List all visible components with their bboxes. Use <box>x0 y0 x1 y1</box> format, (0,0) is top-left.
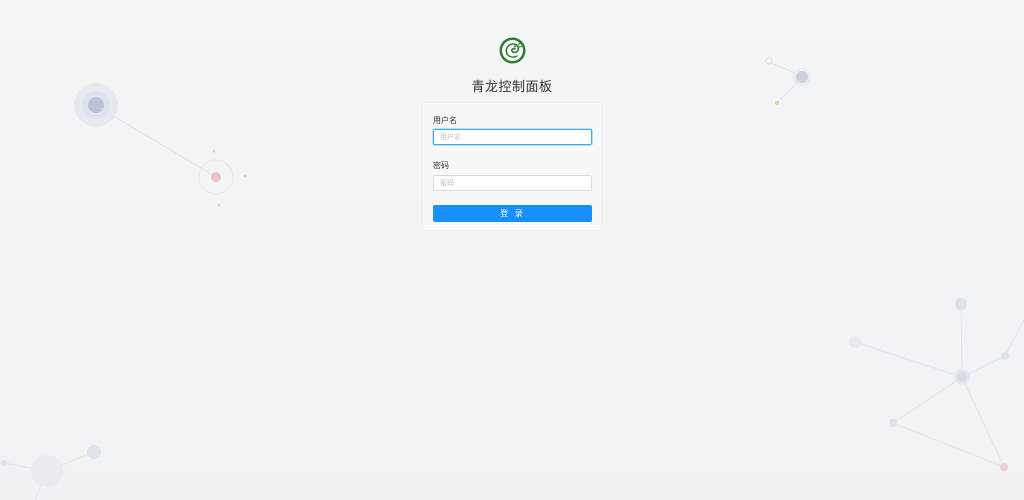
bg-node <box>957 372 967 382</box>
bg-node <box>955 298 967 310</box>
bg-node <box>217 203 221 207</box>
bg-node <box>31 455 63 487</box>
bg-link <box>1004 319 1024 357</box>
password-label: 密码 <box>433 161 449 170</box>
bg-link <box>99 107 217 178</box>
login-card: 用户名 密码 登 录 <box>422 102 602 231</box>
bg-link <box>854 341 963 378</box>
bg-node <box>775 101 779 105</box>
bg-node <box>211 172 221 182</box>
bg-node <box>88 97 104 113</box>
app-title: 青龙控制面板 <box>471 80 553 95</box>
bg-link <box>960 303 963 378</box>
bg-node <box>87 445 101 459</box>
bg-node <box>1 460 7 466</box>
bg-node <box>1001 352 1009 360</box>
bg-link <box>961 376 1005 468</box>
password-input[interactable] <box>433 175 592 191</box>
username-label: 用户名 <box>433 116 457 125</box>
login-button[interactable]: 登 录 <box>433 205 592 222</box>
bg-node <box>889 419 897 427</box>
bg-node <box>1000 463 1008 471</box>
bg-node <box>243 174 247 178</box>
bg-link <box>892 376 963 424</box>
bg-link <box>892 422 1005 468</box>
login-page: 青龙控制面板 用户名 密码 登 录 <box>0 0 1024 500</box>
qinglong-dragon-logo-icon <box>499 37 526 64</box>
bg-node <box>212 149 216 153</box>
background-network-decoration <box>1 57 1024 500</box>
username-input[interactable] <box>433 129 592 145</box>
bg-node <box>849 336 861 348</box>
